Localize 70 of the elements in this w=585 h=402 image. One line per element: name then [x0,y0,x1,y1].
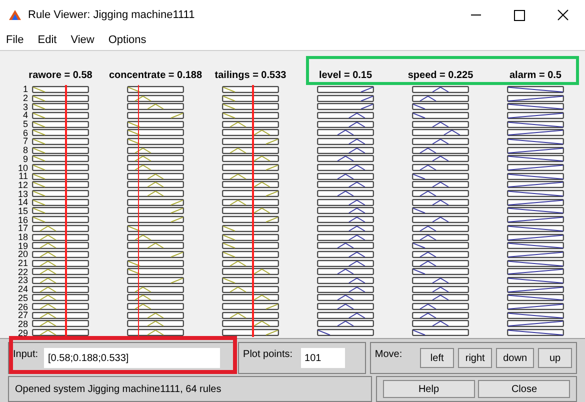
rule-number: 6 [22,128,29,137]
membership-function-plot [507,86,564,93]
input-variable-label: concentrate = 0.188 [108,68,202,82]
output-variable-label: alarm = 0.5 [510,68,562,82]
membership-function-plot [507,329,564,336]
menu-item[interactable]: Options [108,32,146,48]
rule-number: 11 [18,172,29,180]
rule-number: 19 [16,242,29,250]
rule-number: 9 [22,154,29,163]
rule-number: 3 [22,102,29,111]
membership-function-plot [32,329,89,336]
output-variable-label: level = 0.15 [318,68,372,82]
move-button[interactable]: left [420,348,454,368]
dialog-button[interactable]: Help [382,380,475,398]
output-variable-label: speed = 0.225 [408,68,474,82]
input-label: Input: [13,348,38,362]
membership-function-plot [32,86,89,93]
rule-number: 21 [16,259,29,268]
rule-number: 14 [16,198,29,206]
rule-number: 27 [16,311,29,320]
input-value-line[interactable] [252,85,254,337]
rule-number: 17 [16,224,29,232]
rule-number: 22 [16,268,29,276]
rule-number: 8 [22,146,29,154]
rule-number: 4 [22,111,29,120]
plot-points-label: Plot points: [243,348,293,362]
membership-function-plot [317,86,374,93]
input-value-line[interactable] [65,85,67,337]
move-button[interactable]: right [458,348,492,368]
plot-points-field[interactable]: 101 [300,348,345,368]
rule-number: 1 [22,85,29,94]
rule-number: 5 [22,120,29,128]
membership-function-plot [317,329,374,336]
rule-number: 10 [16,164,29,172]
maximize-icon[interactable] [514,10,525,20]
rule-number: 2 [22,94,29,102]
rule-number: 13 [16,190,29,198]
move-button[interactable]: up [538,348,572,368]
window-title: Rule Viewer: Jigging machine1111 [28,8,195,23]
dialog-button[interactable]: Close [478,380,570,398]
status-text: Opened system Jigging machine1111, 64 rules [15,382,222,396]
membership-function-plot [127,329,184,336]
rule-number: 7 [22,137,29,146]
rule-number: 24 [16,285,29,294]
input-variable-label: tailings = 0.533 [214,68,286,82]
membership-function-plot [127,86,184,93]
rule-number: 15 [16,206,29,215]
rule-number: 23 [16,276,29,284]
membership-function-plot [222,329,279,336]
membership-function-plot [222,86,279,93]
rule-number: 20 [16,250,29,258]
move-label: Move: [374,348,402,362]
rule-number: 28 [16,320,29,328]
rule-number: 29 [16,328,29,337]
rule-number: 26 [16,302,29,311]
input-variable-label: rawore = 0.58 [28,68,92,82]
rule-number: 18 [16,233,29,242]
membership-function-plot [412,329,469,336]
move-button[interactable]: down [496,348,534,368]
close-icon[interactable] [557,9,569,21]
membership-function-plot [412,86,469,93]
menu-item[interactable]: File [6,32,24,48]
input-field[interactable]: [0.58;0.188;0.533] [44,348,220,368]
rule-number: 25 [16,294,29,302]
menu-item[interactable]: Edit [38,32,57,48]
rule-number: 16 [16,216,29,224]
app-icon [8,9,22,21]
menu-item[interactable]: View [70,32,94,48]
input-value-line[interactable] [138,85,140,337]
rule-number: 12 [16,180,29,189]
